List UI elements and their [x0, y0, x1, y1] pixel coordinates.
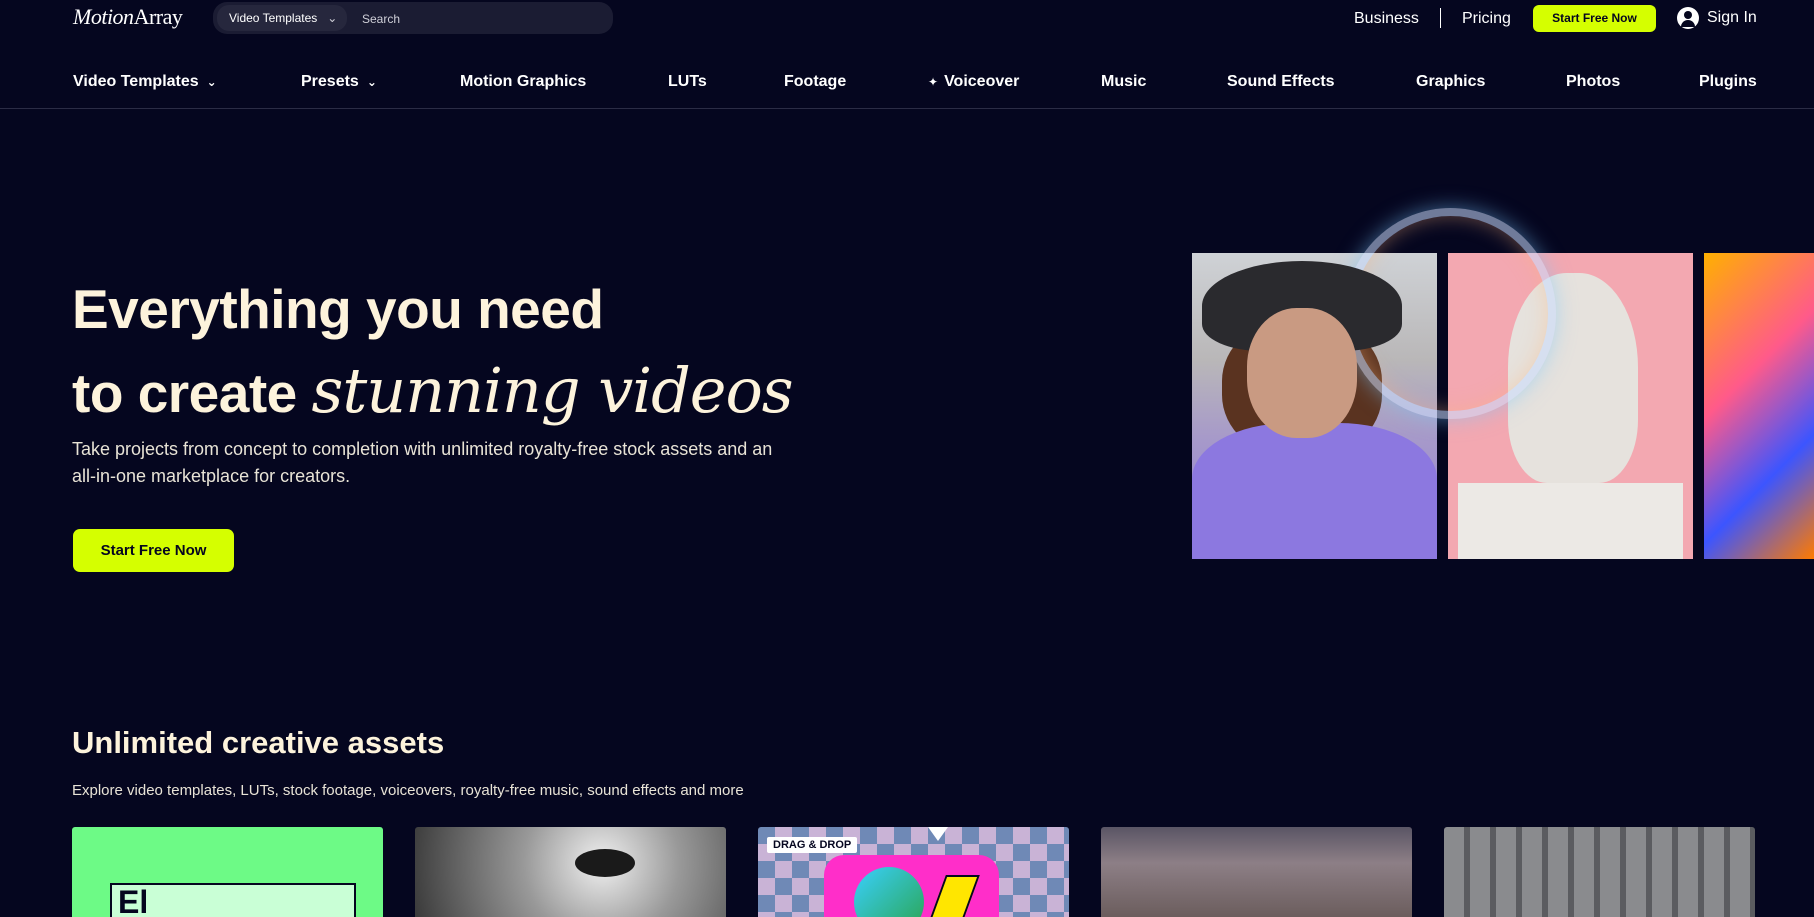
nav-item-sound-effects[interactable]: Sound Effects	[1227, 73, 1335, 91]
asset-card-footage[interactable]	[1101, 827, 1412, 917]
sparkle-icon: ✦	[928, 75, 939, 89]
start-free-now-button[interactable]: Start Free Now	[1533, 5, 1656, 32]
nav-item-presets[interactable]: Presets ⌄	[301, 73, 377, 91]
chevron-down-icon: ⌄	[327, 11, 338, 25]
hero-start-free-now-button[interactable]: Start Free Now	[73, 529, 234, 572]
chevron-down-icon: ⌄	[206, 75, 217, 89]
divider	[1440, 8, 1441, 28]
nav-item-luts[interactable]: LUTs	[668, 73, 707, 91]
nav-item-photos[interactable]: Photos	[1566, 73, 1620, 91]
nav-item-video-templates[interactable]: Video Templates ⌄	[73, 73, 217, 91]
pricing-link[interactable]: Pricing	[1462, 10, 1511, 28]
nav-item-motion-graphics[interactable]: Motion Graphics	[460, 73, 586, 91]
top-bar: MotionArray Video Templates ⌄ Business P…	[0, 0, 1814, 38]
chevron-down-icon: ⌄	[366, 75, 377, 89]
search-input[interactable]	[360, 6, 604, 32]
asset-card-luts[interactable]	[415, 827, 726, 917]
user-icon	[1677, 7, 1699, 29]
hero-image-abstract	[1704, 253, 1814, 559]
business-link[interactable]: Business	[1354, 10, 1419, 28]
hero-headline: Everything you need to create stunning v…	[72, 278, 794, 427]
search-bar: Video Templates ⌄	[213, 2, 613, 34]
assets-title: Unlimited creative assets	[72, 725, 445, 760]
asset-card-photos[interactable]	[1444, 827, 1755, 917]
assets-subtitle: Explore video templates, LUTs, stock foo…	[72, 782, 744, 799]
asset-card-motion-graphics[interactable]: DRAG & DROP	[758, 827, 1069, 917]
nav-item-footage[interactable]: Footage	[784, 73, 846, 91]
category-nav: Video Templates ⌄ Presets ⌄ Motion Graphic…	[0, 62, 1814, 109]
nav-item-voiceover[interactable]: ✦ Voiceover	[928, 73, 1019, 91]
nav-item-music[interactable]: Music	[1101, 73, 1146, 91]
nav-item-graphics[interactable]: Graphics	[1416, 73, 1485, 91]
hero-description: Take projects from concept to completion…	[72, 439, 773, 486]
motionarray-logo[interactable]: MotionArray	[73, 4, 183, 30]
nav-item-plugins[interactable]: Plugins	[1699, 73, 1757, 91]
drag-and-drop-badge: DRAG & DROP	[767, 837, 858, 853]
asset-card-video-templates[interactable]: El	[72, 827, 383, 917]
search-category-select[interactable]: Video Templates ⌄	[217, 5, 348, 31]
